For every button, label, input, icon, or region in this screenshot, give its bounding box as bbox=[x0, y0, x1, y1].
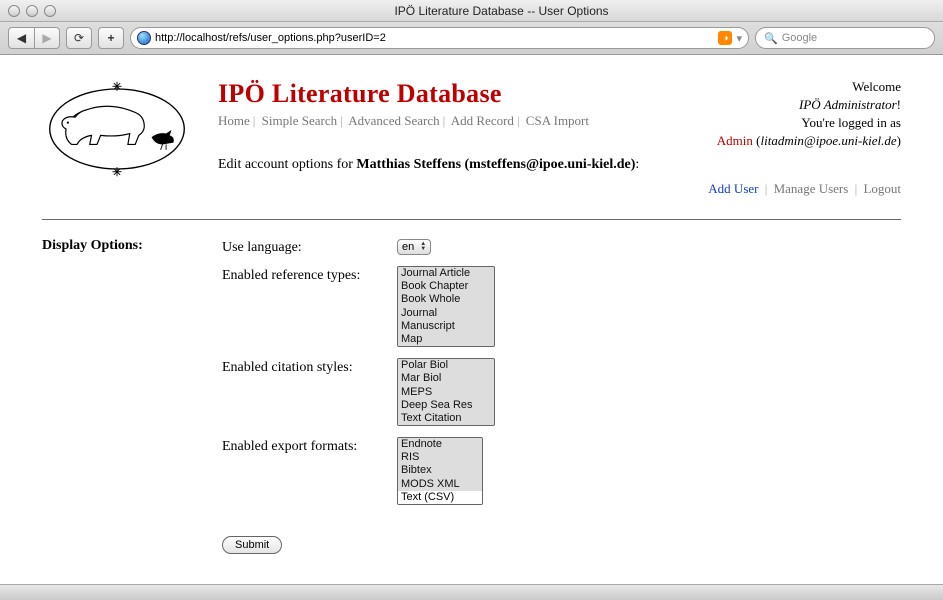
language-label: Use language: bbox=[222, 238, 397, 256]
search-icon: 🔍 bbox=[764, 32, 778, 45]
browser-toolbar: ◀ ▶ ⟳ + http://localhost/refs/user_optio… bbox=[0, 22, 943, 54]
browser-chrome: IPÖ Literature Database -- User Options … bbox=[0, 0, 943, 55]
back-button[interactable]: ◀ bbox=[8, 27, 34, 49]
select-arrows-icon: ▲▼ bbox=[420, 242, 426, 252]
rss-icon[interactable]: ◑ bbox=[718, 31, 732, 45]
search-placeholder: Google bbox=[782, 32, 817, 44]
add-bookmark-button[interactable]: + bbox=[98, 27, 124, 49]
welcome-line: Welcome bbox=[708, 79, 901, 95]
header-divider bbox=[42, 219, 901, 220]
list-item[interactable]: Deep Sea Res bbox=[398, 399, 494, 412]
list-item[interactable]: Text (CSV) bbox=[398, 491, 482, 504]
titlebar: IPÖ Literature Database -- User Options bbox=[0, 0, 943, 22]
site-title: IPÖ Literature Database bbox=[218, 79, 682, 109]
logged-in-as-line: You're logged in as bbox=[708, 115, 901, 131]
list-item[interactable]: RIS bbox=[398, 451, 482, 464]
site-icon bbox=[137, 31, 151, 45]
list-item[interactable]: Journal Article bbox=[398, 267, 494, 280]
main-nav: Home| Simple Search| Advanced Search| Ad… bbox=[218, 113, 682, 129]
section-display-options: Display Options: bbox=[42, 238, 222, 254]
language-select[interactable]: en ▲▼ bbox=[397, 239, 431, 255]
nav-add-record[interactable]: Add Record bbox=[451, 113, 514, 128]
admin-link[interactable]: Admin bbox=[717, 133, 753, 148]
ref-types-listbox[interactable]: Journal ArticleBook ChapterBook WholeJou… bbox=[397, 266, 495, 347]
browser-search-box[interactable]: 🔍 Google bbox=[755, 27, 935, 49]
zoom-window-button[interactable] bbox=[44, 5, 56, 17]
list-item[interactable]: Book Chapter bbox=[398, 280, 494, 293]
user-info-block: Welcome IPÖ Administrator! You're logged… bbox=[708, 79, 901, 199]
window-title: IPÖ Literature Database -- User Options bbox=[68, 4, 935, 18]
minimize-window-button[interactable] bbox=[26, 5, 38, 17]
reader-toggle[interactable]: ▾ bbox=[736, 32, 742, 45]
logout-link[interactable]: Logout bbox=[863, 181, 901, 196]
list-item[interactable]: Polar Biol bbox=[398, 359, 494, 372]
list-item[interactable]: Book Whole bbox=[398, 293, 494, 306]
nav-home[interactable]: Home bbox=[218, 113, 250, 128]
reload-button[interactable]: ⟳ bbox=[66, 27, 92, 49]
export-formats-label: Enabled export formats: bbox=[222, 437, 397, 455]
citation-styles-listbox[interactable]: Polar BiolMar BiolMEPSDeep Sea ResText C… bbox=[397, 358, 495, 426]
export-formats-listbox[interactable]: EndnoteRISBibtexMODS XMLText (CSV) bbox=[397, 437, 483, 505]
browser-statusbar bbox=[0, 584, 943, 600]
close-window-button[interactable] bbox=[8, 5, 20, 17]
ref-types-label: Enabled reference types: bbox=[222, 266, 397, 284]
list-item[interactable]: Journal bbox=[398, 307, 494, 320]
list-item[interactable]: Text Citation bbox=[398, 412, 494, 425]
list-item[interactable]: Manuscript bbox=[398, 320, 494, 333]
list-item[interactable]: Bibtex bbox=[398, 464, 482, 477]
welcome-username: IPÖ Administrator bbox=[799, 97, 897, 112]
list-item[interactable]: Endnote bbox=[398, 438, 482, 451]
submit-button[interactable]: Submit bbox=[222, 536, 282, 554]
manage-users-link[interactable]: Manage Users bbox=[774, 181, 849, 196]
nav-advanced-search[interactable]: Advanced Search bbox=[348, 113, 439, 128]
admin-email: litadmin@ipoe.uni-kiel.de bbox=[761, 133, 897, 148]
url-text: http://localhost/refs/user_options.php?u… bbox=[155, 32, 714, 44]
page-body: IPÖ Literature Database Home| Simple Sea… bbox=[0, 55, 943, 584]
add-user-link[interactable]: Add User bbox=[708, 181, 758, 196]
list-item[interactable]: Mar Biol bbox=[398, 372, 494, 385]
list-item[interactable]: MEPS bbox=[398, 386, 494, 399]
list-item[interactable]: Map bbox=[398, 333, 494, 346]
nav-simple-search[interactable]: Simple Search bbox=[262, 113, 337, 128]
traffic-lights bbox=[8, 5, 56, 17]
list-item[interactable]: MODS XML bbox=[398, 478, 482, 491]
forward-button[interactable]: ▶ bbox=[34, 27, 60, 49]
url-bar[interactable]: http://localhost/refs/user_options.php?u… bbox=[130, 27, 749, 49]
citation-styles-label: Enabled citation styles: bbox=[222, 358, 397, 376]
site-logo bbox=[42, 79, 192, 179]
nav-csa-import[interactable]: CSA Import bbox=[526, 113, 589, 128]
edit-account-heading: Edit account options for Matthias Steffe… bbox=[218, 157, 648, 173]
